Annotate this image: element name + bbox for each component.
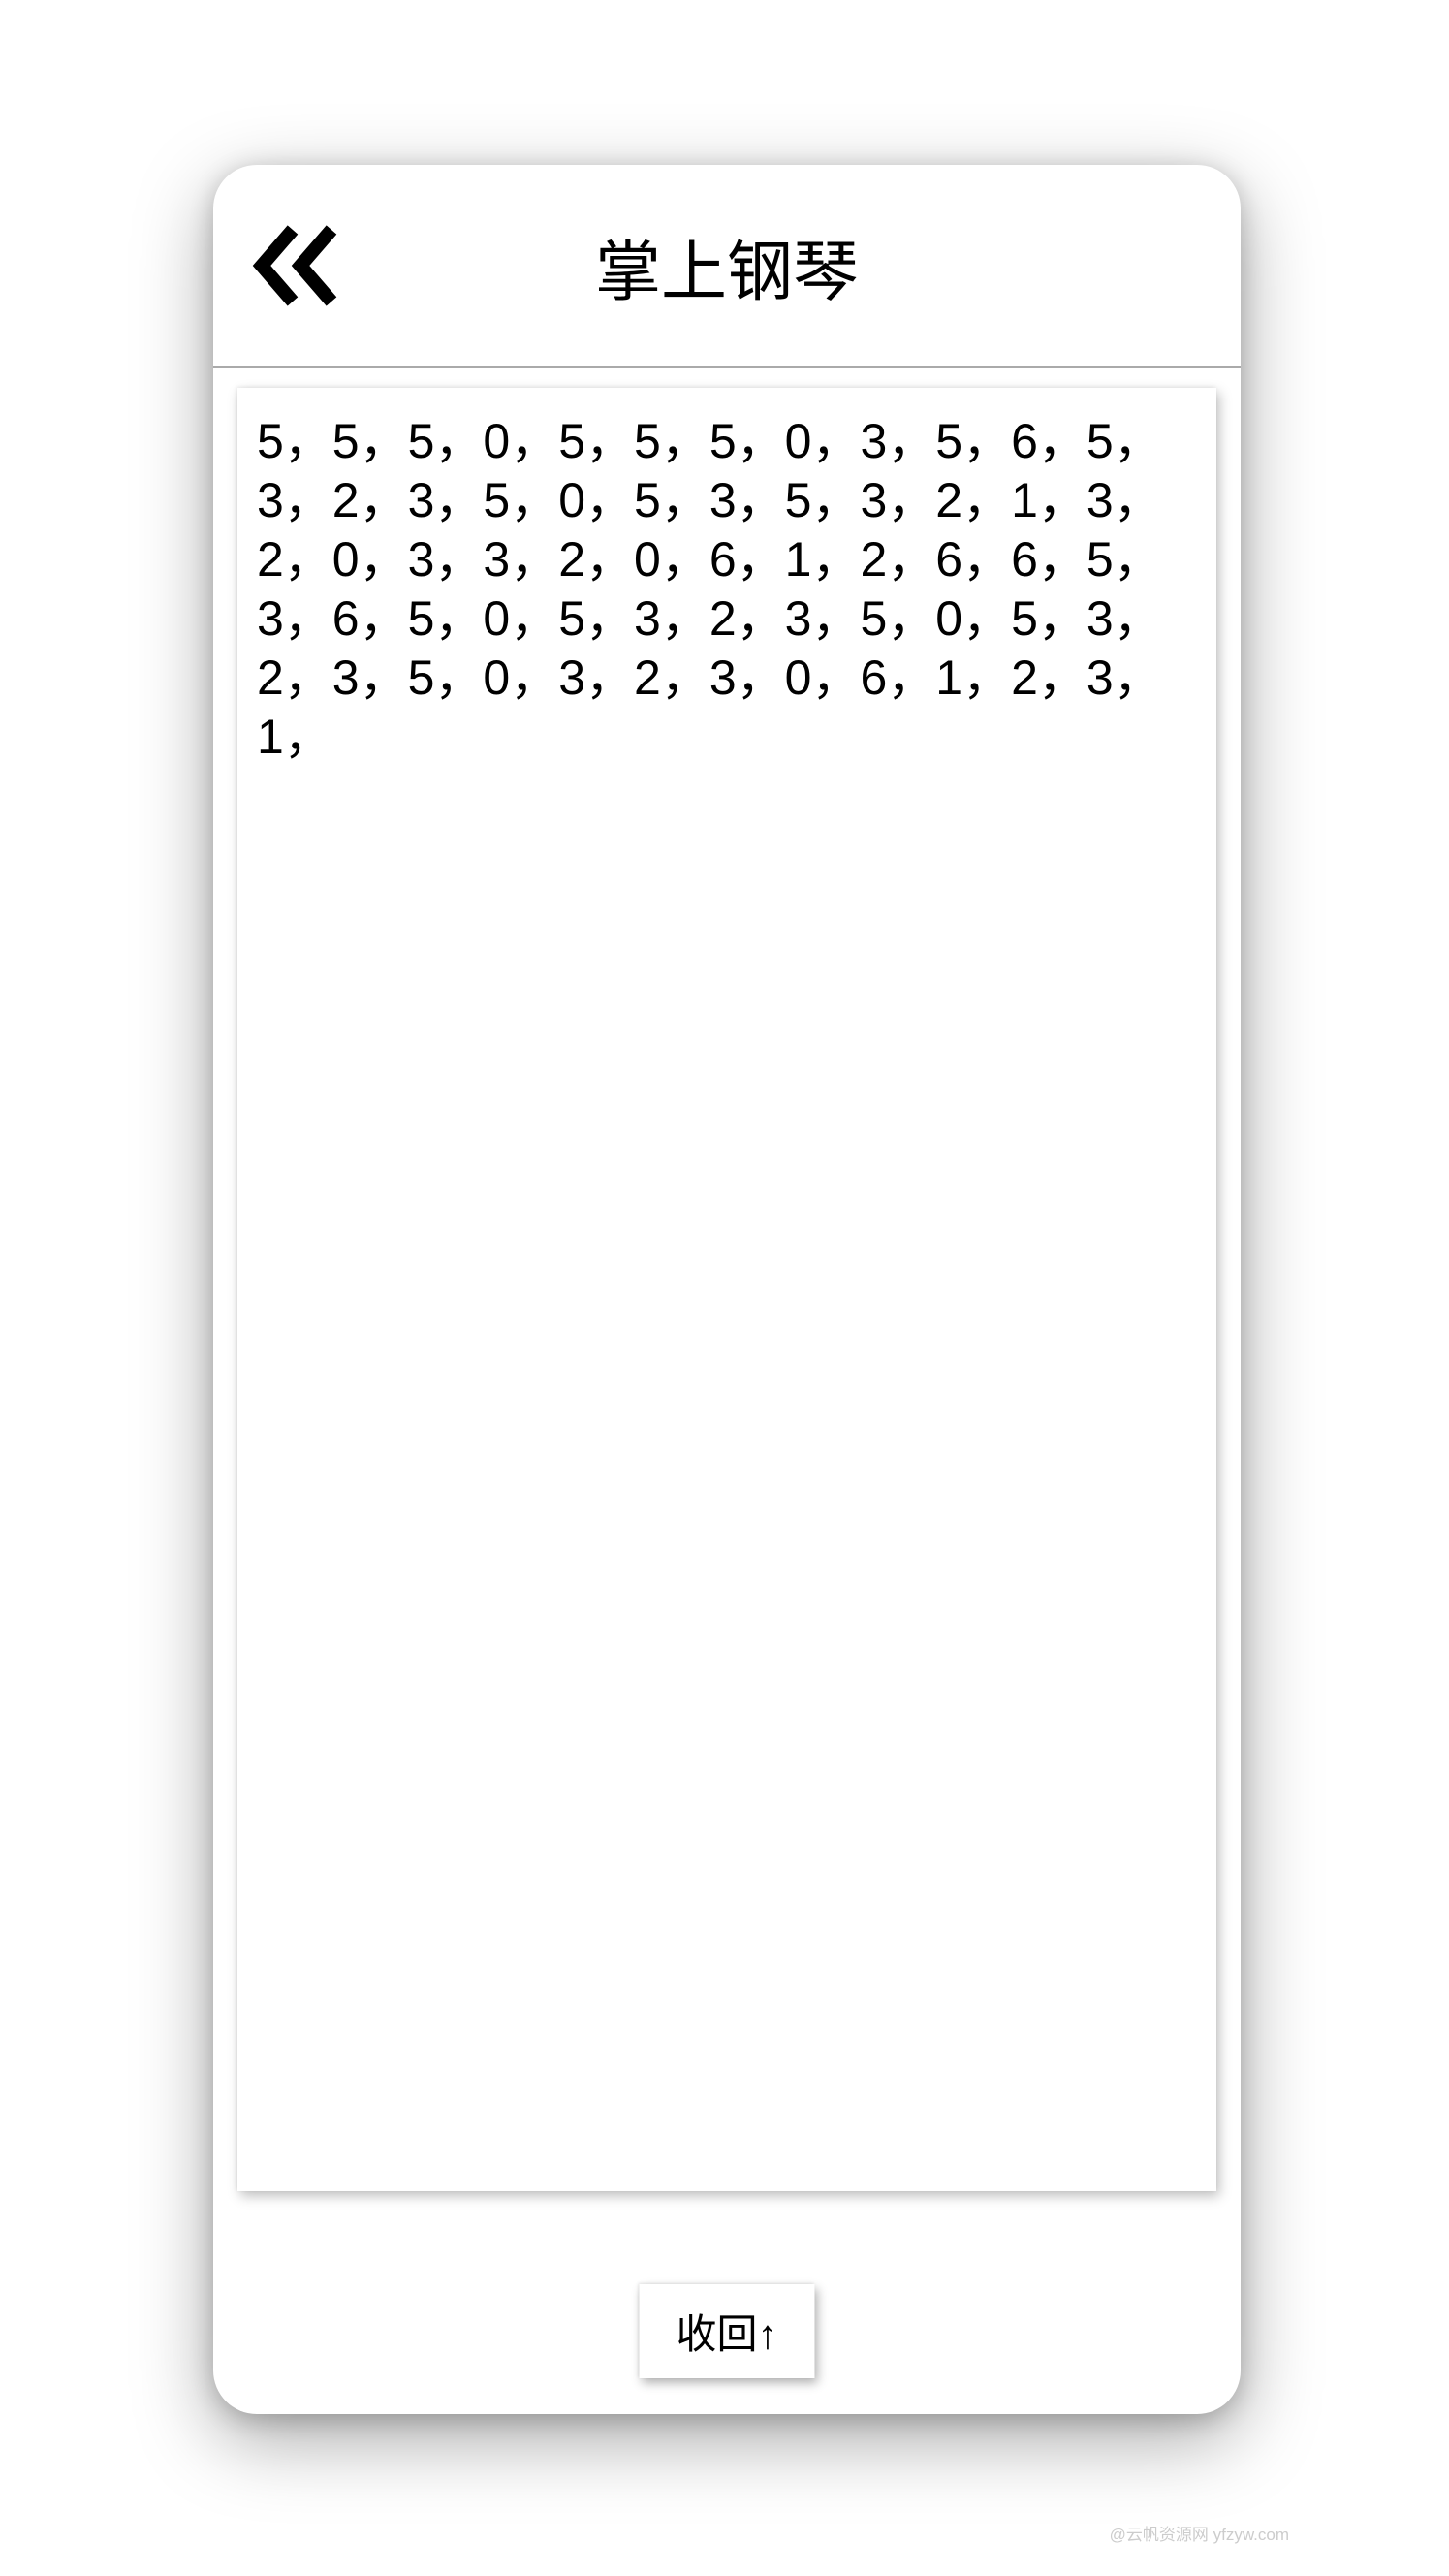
notation-panel: 5，5，5，0，5，5，5，0，3，5，6，5，3，2，3，5，0，5，3，5，… bbox=[237, 388, 1216, 2191]
back-button[interactable] bbox=[252, 222, 349, 309]
content-wrapper: 5，5，5，0，5，5，5，0，3，5，6，5，3，2，3，5，0，5，3，5，… bbox=[213, 368, 1241, 2414]
watermark: @云帆资源网 yfzyw.com bbox=[1110, 2521, 1289, 2545]
app-container: 掌上钢琴 5，5，5，0，5，5，5，0，3，5，6，5，3，2，3，5，0，5… bbox=[213, 165, 1241, 2414]
double-chevron-left-icon bbox=[252, 222, 349, 309]
notation-text: 5，5，5，0，5，5，5，0，3，5，6，5，3，2，3，5，0，5，3，5，… bbox=[257, 412, 1197, 767]
page-title: 掌上钢琴 bbox=[252, 218, 1202, 314]
header: 掌上钢琴 bbox=[213, 165, 1241, 368]
collapse-button[interactable]: 收回↑ bbox=[639, 2284, 814, 2378]
